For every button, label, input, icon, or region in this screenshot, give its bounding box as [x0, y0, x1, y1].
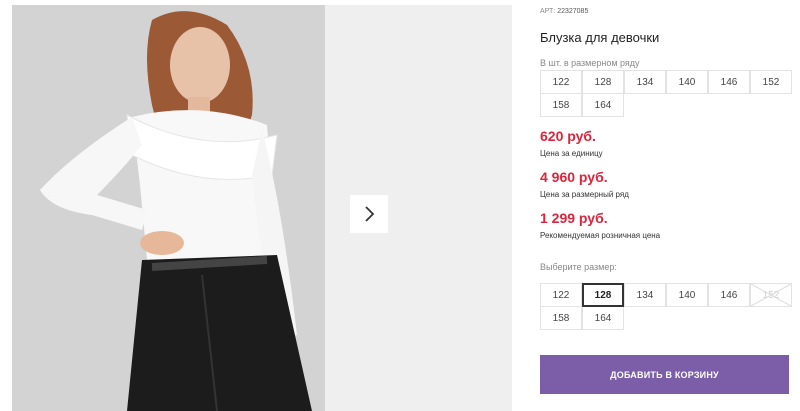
retail-price: 1 299 руб. [540, 210, 608, 226]
product-gallery [12, 5, 512, 411]
product-photo-illustration [12, 5, 325, 411]
size-row-cell: 152 [750, 70, 792, 94]
size-row-cell: 128 [582, 70, 624, 94]
size-option[interactable]: 122 [540, 283, 582, 307]
select-size-label: Выберите размер: [540, 262, 617, 272]
size-row-cell: 134 [624, 70, 666, 94]
size-row-cell: 140 [666, 70, 708, 94]
unit-price: 620 руб. [540, 128, 596, 144]
size-row-grid: 122 128 134 140 146 152 158 164 [540, 70, 792, 117]
size-option-selected[interactable]: 128 [582, 283, 624, 307]
size-select-grid: 122 128 134 140 146 152 158 164 [540, 283, 792, 330]
size-row-cell: 164 [582, 93, 624, 117]
size-option[interactable]: 158 [540, 306, 582, 330]
size-row-cell: 158 [540, 93, 582, 117]
size-option[interactable]: 140 [666, 283, 708, 307]
product-title: Блузка для девочки [540, 30, 660, 45]
unavailable-cross-icon [751, 284, 791, 306]
next-image-button[interactable] [350, 195, 388, 233]
article-label: АРТ: [540, 8, 556, 15]
row-price-label: Цена за размерный ряд [540, 190, 629, 199]
retail-price-label: Рекомендуемая розничная цена [540, 231, 661, 240]
product-photo [12, 5, 325, 411]
size-option[interactable]: 134 [624, 283, 666, 307]
chevron-right-icon [365, 206, 375, 222]
size-option[interactable]: 146 [708, 283, 750, 307]
size-option-unavailable: 152 [750, 283, 792, 307]
size-row-cell: 122 [540, 70, 582, 94]
article-number: АРТ: 22327085 [540, 8, 588, 15]
add-to-cart-button[interactable]: ДОБАВИТЬ В КОРЗИНУ [540, 355, 789, 394]
size-row-cell: 146 [708, 70, 750, 94]
size-option[interactable]: 164 [582, 306, 624, 330]
article-value: 22327085 [557, 8, 589, 15]
size-row-label: В шт. в размерном ряду [540, 58, 640, 68]
row-price: 4 960 руб. [540, 169, 608, 185]
unit-price-label: Цена за единицу [540, 149, 603, 158]
